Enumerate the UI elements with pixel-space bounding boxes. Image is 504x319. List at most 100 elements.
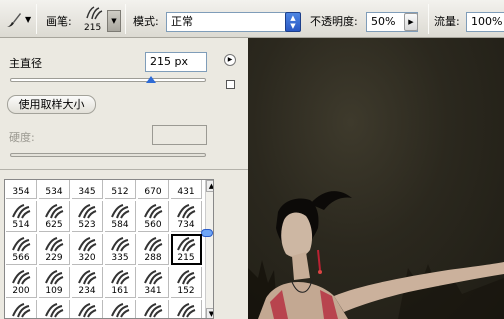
brush-size-label: 335 bbox=[111, 253, 129, 263]
brush-preset-cell[interactable] bbox=[171, 300, 202, 318]
opacity-label: 不透明度: bbox=[310, 15, 358, 28]
brush-tip-icon bbox=[6, 268, 36, 286]
brush-preset-cell[interactable] bbox=[72, 300, 103, 318]
diameter-input[interactable]: 215 px bbox=[145, 52, 207, 72]
brush-preset-cell[interactable]: 345 bbox=[72, 180, 103, 199]
image-canvas[interactable] bbox=[248, 38, 504, 319]
brush-size-label: 215 bbox=[177, 253, 195, 263]
brush-preset-cell[interactable]: 512 bbox=[105, 180, 136, 199]
brush-size-label: 566 bbox=[12, 253, 30, 263]
brush-tip-icon bbox=[72, 202, 102, 220]
brush-preset-cell[interactable]: 523 bbox=[72, 201, 103, 232]
brush-preset-cell[interactable]: 215 bbox=[171, 234, 202, 265]
mode-select[interactable]: 正常 bbox=[166, 12, 300, 32]
brush-preset-cell[interactable]: 234 bbox=[72, 267, 103, 298]
brush-picker-button[interactable]: ▼ bbox=[107, 10, 121, 32]
brush-size-label: 625 bbox=[45, 220, 63, 230]
brush-size-label: 670 bbox=[144, 187, 162, 197]
separator bbox=[125, 4, 126, 34]
brush-size-label: 288 bbox=[144, 253, 162, 263]
brush-tip-icon bbox=[105, 235, 135, 253]
brush-preset-cell[interactable]: 229 bbox=[39, 234, 70, 265]
brush-size-label: 200 bbox=[12, 286, 30, 296]
brush-preset-cell[interactable]: 152 bbox=[171, 267, 202, 298]
brush-tip-icon bbox=[39, 202, 69, 220]
brush-tip-icon bbox=[105, 268, 135, 286]
mode-value: 正常 bbox=[171, 15, 193, 28]
brush-tip-icon bbox=[171, 202, 201, 220]
brush-tip-icon bbox=[72, 301, 102, 318]
brush-tip-icon bbox=[138, 202, 168, 220]
mode-select-arrows[interactable]: ▲ ▼ bbox=[285, 12, 301, 32]
brush-size-label: 534 bbox=[45, 187, 63, 197]
opacity-value: 50% bbox=[371, 15, 396, 28]
brush-tip-icon bbox=[39, 301, 69, 318]
brush-icon[interactable] bbox=[5, 11, 23, 29]
brush-preset-cell[interactable]: 200 bbox=[6, 267, 37, 298]
hardness-label: 硬度: bbox=[9, 131, 35, 144]
opacity-slider-button[interactable]: ▶ bbox=[404, 13, 418, 31]
scroll-thumb-handle[interactable] bbox=[201, 229, 213, 237]
brush-preset-cell[interactable]: 320 bbox=[72, 234, 103, 265]
brush-size-label: 512 bbox=[111, 187, 129, 197]
brush-preset-cell[interactable]: 354 bbox=[6, 180, 37, 199]
triangle-right-icon: ▶ bbox=[408, 18, 414, 26]
scroll-up-icon[interactable]: ▲ bbox=[206, 180, 213, 192]
diameter-slider-track[interactable] bbox=[10, 78, 206, 82]
brush-preset-cell[interactable]: 625 bbox=[39, 201, 70, 232]
diameter-slider-thumb[interactable] bbox=[146, 76, 157, 83]
diameter-value: 215 px bbox=[150, 55, 188, 68]
chevron-down-icon: ▼ bbox=[111, 17, 117, 25]
brush-grid: 354 534 345 512 670 431 514 625 523 584 560 734 566 2… bbox=[4, 179, 214, 319]
brush-preset-cell[interactable] bbox=[6, 300, 37, 318]
brush-preset-cell[interactable] bbox=[105, 300, 136, 318]
brush-preset-panel: 主直径 215 px ▶ 使用取样大小 硬度: 354 534 345 512 670 4… bbox=[0, 38, 260, 319]
brush-tip-icon bbox=[6, 301, 36, 318]
brush-grid-scrollbar[interactable]: ▲ ▼ bbox=[205, 180, 213, 318]
brush-preset-cell[interactable]: 341 bbox=[138, 267, 169, 298]
brush-preset-cell[interactable]: 584 bbox=[105, 201, 136, 232]
use-sample-size-label: 使用取样大小 bbox=[18, 98, 85, 111]
master-diameter-label: 主直径 bbox=[9, 57, 42, 70]
scroll-down-icon[interactable]: ▼ bbox=[206, 308, 213, 318]
brush-tip-icon bbox=[6, 202, 36, 220]
brush-preset-cell[interactable]: 288 bbox=[138, 234, 169, 265]
new-preset-icon[interactable] bbox=[226, 80, 235, 89]
brush-preset-cell[interactable] bbox=[138, 300, 169, 318]
triangle-right-icon: ▶ bbox=[227, 56, 233, 63]
mode-label: 模式: bbox=[133, 15, 159, 28]
brush-preview[interactable]: 215 bbox=[84, 5, 104, 35]
brush-preset-cell[interactable]: 335 bbox=[105, 234, 136, 265]
options-bar: ▼ 画笔: 215 ▼ 模式: 正常 ▲ ▼ 不透明度: 50% ▶ 流量: 10… bbox=[0, 0, 504, 38]
brush-preset-cell[interactable]: 109 bbox=[39, 267, 70, 298]
brush-size-label: 152 bbox=[177, 286, 195, 296]
brush-size-value: 215 bbox=[84, 23, 102, 33]
brush-tip-icon bbox=[171, 301, 201, 318]
brush-preset-cell[interactable]: 670 bbox=[138, 180, 169, 199]
brush-tip-icon bbox=[72, 268, 102, 286]
hardness-input bbox=[152, 125, 207, 145]
flow-input[interactable]: 100% bbox=[466, 12, 504, 32]
brush-tip-icon bbox=[6, 235, 36, 253]
brush-preset-cell[interactable]: 514 bbox=[6, 201, 37, 232]
brush-preset-cell[interactable] bbox=[39, 300, 70, 318]
use-sample-size-button[interactable]: 使用取样大小 bbox=[7, 95, 96, 114]
brush-tip-icon bbox=[171, 268, 201, 286]
brush-tip-icon bbox=[39, 235, 69, 253]
brush-size-label: 341 bbox=[144, 286, 162, 296]
brush-preset-cell[interactable]: 566 bbox=[6, 234, 37, 265]
brush-preset-cell[interactable]: 431 bbox=[171, 180, 202, 199]
brush-size-label: 161 bbox=[111, 286, 129, 296]
brush-size-label: 320 bbox=[78, 253, 96, 263]
brush-preset-cell[interactable]: 560 bbox=[138, 201, 169, 232]
tool-preset-dropdown-icon[interactable]: ▼ bbox=[25, 15, 31, 24]
brush-tip-icon bbox=[105, 301, 135, 318]
brush-tip-icon bbox=[138, 235, 168, 253]
brush-size-label: 584 bbox=[111, 220, 129, 230]
brush-preset-cell[interactable]: 734 bbox=[171, 201, 202, 232]
brush-tip-icon bbox=[105, 202, 135, 220]
brush-preset-cell[interactable]: 161 bbox=[105, 267, 136, 298]
brush-preset-cell[interactable]: 534 bbox=[39, 180, 70, 199]
panel-menu-button[interactable]: ▶ bbox=[224, 54, 236, 66]
separator bbox=[36, 4, 37, 34]
